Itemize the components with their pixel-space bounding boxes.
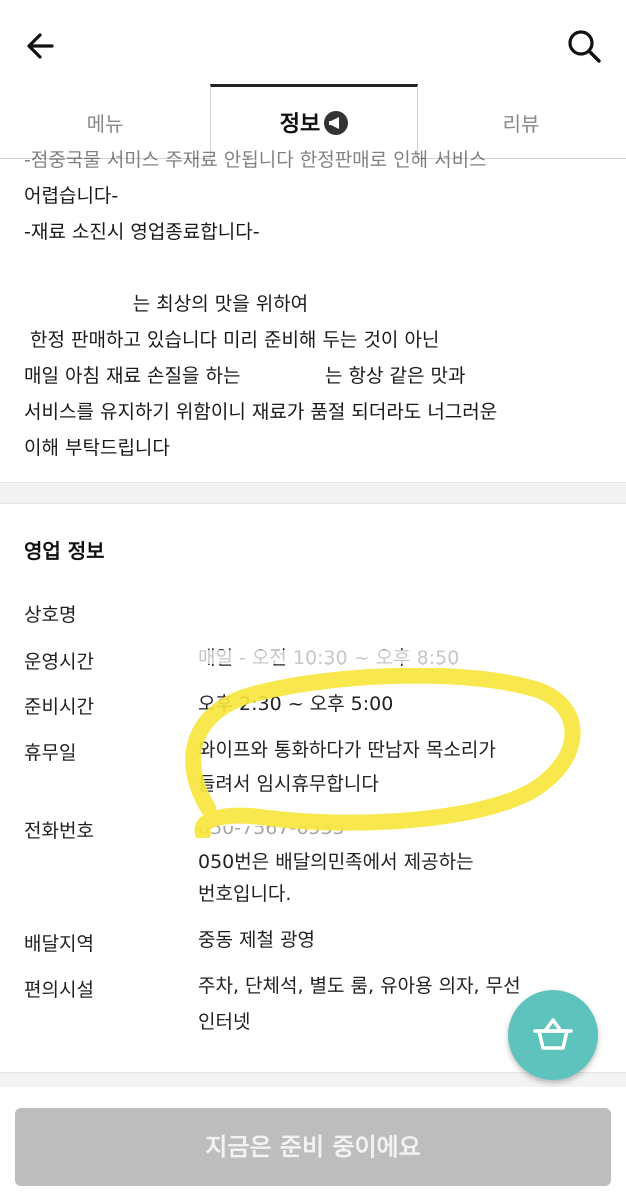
notice-line: 어렵습니다- bbox=[24, 185, 119, 207]
value-facilities: 주차, 단체석, 별도 룸, 유아용 의자, 무선 bbox=[198, 975, 521, 997]
value-phone-note: 050번은 배달의민족에서 제공하는 bbox=[198, 851, 474, 873]
notice-line: 는 최상의 맛을 위하여 bbox=[24, 293, 309, 315]
label-store-name: 상호명 bbox=[24, 604, 77, 626]
value-facilities-line2: 인터넷 bbox=[198, 1011, 251, 1033]
business-info-title: 영업 정보 bbox=[24, 539, 105, 563]
label-facilities: 편의시설 bbox=[24, 979, 94, 1001]
top-bar bbox=[0, 0, 626, 88]
notice-line: -재료 소진시 영업종료합니다- bbox=[24, 221, 260, 243]
arrow-left-icon bbox=[27, 33, 54, 59]
megaphone-icon bbox=[324, 111, 349, 135]
notice-line: 한정 판매하고 있습니다 미리 준비해 두는 것이 아닌 bbox=[24, 329, 440, 351]
basket-button[interactable] bbox=[508, 990, 598, 1080]
value-phone-note-line2: 번호입니다. bbox=[198, 883, 292, 905]
order-button-disabled[interactable]: 지금은 준비 중이에요 bbox=[15, 1108, 611, 1186]
notice-line: 매일 아침 재료 손질을 하는 는 항상 같은 맛과 bbox=[24, 365, 466, 387]
label-break-time: 준비시간 bbox=[24, 696, 94, 718]
notice-line: 서비스를 유지하기 위함이니 재료가 품절 되더라도 너그러운 bbox=[24, 401, 498, 423]
back-button[interactable] bbox=[22, 26, 62, 66]
search-icon bbox=[568, 30, 601, 63]
obscured-text-overlay bbox=[196, 650, 506, 664]
basket-icon bbox=[533, 1018, 573, 1050]
notice-text: -점중국물 서미스 주재료 안됩니다 한정판매로 인해 서비스 어렵습니다- -… bbox=[24, 149, 614, 466]
section-divider bbox=[0, 482, 626, 504]
yellow-highlight-circle bbox=[185, 668, 581, 838]
value-delivery-area: 중동 제철 광영 bbox=[198, 929, 315, 951]
notice-line: -점중국물 서미스 주재료 안됩니다 한정판매로 인해 서비스 bbox=[24, 149, 487, 171]
notice-line bbox=[24, 250, 614, 286]
label-phone: 전화번호 bbox=[24, 820, 94, 842]
label-delivery-area: 배달지역 bbox=[24, 933, 94, 955]
label-holiday: 휴무일 bbox=[24, 742, 77, 764]
label-hours: 운영시간 bbox=[24, 651, 94, 673]
search-button[interactable] bbox=[562, 24, 606, 68]
notice-line: 이해 부탁드립니다 bbox=[24, 437, 170, 459]
